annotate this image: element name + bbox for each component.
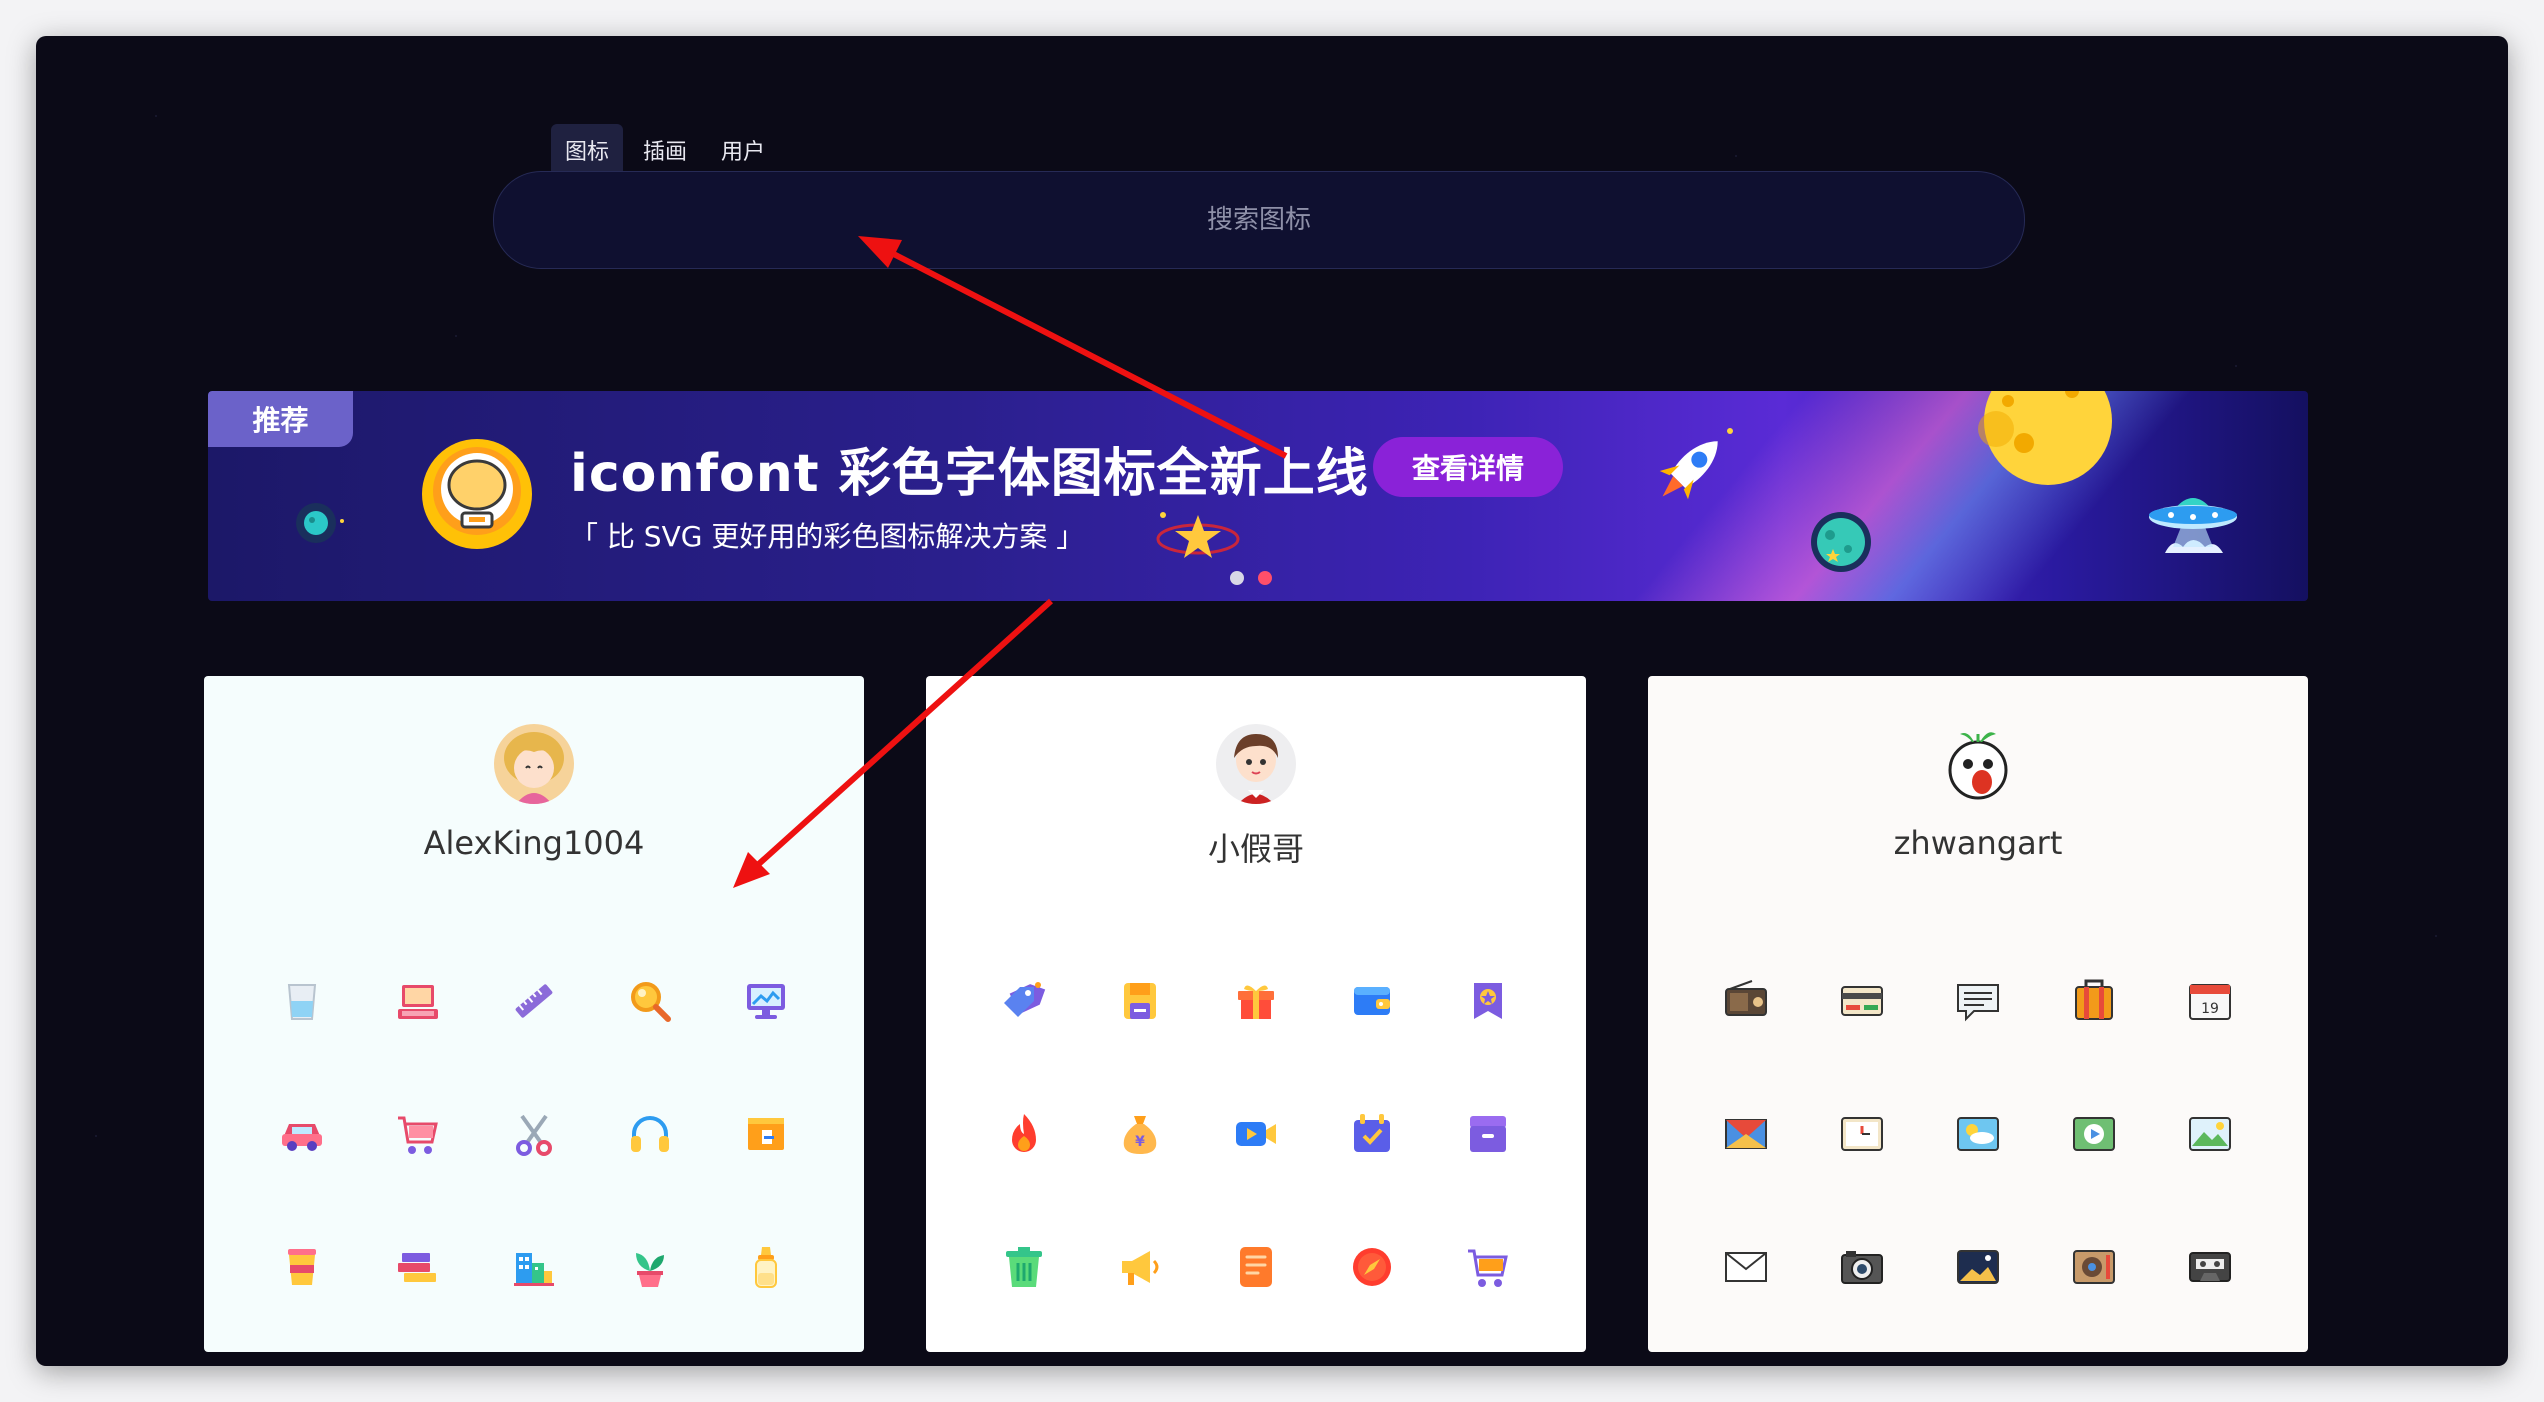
letter-icon[interactable] <box>1688 1200 1804 1333</box>
carousel-dot-1[interactable] <box>1230 571 1244 585</box>
username[interactable]: AlexKing1004 <box>204 824 864 862</box>
document-icon[interactable] <box>1198 1200 1314 1333</box>
drawer-box-icon[interactable] <box>708 1067 824 1200</box>
svg-text:¥: ¥ <box>1135 1134 1145 1150</box>
cassette-icon[interactable] <box>2152 1200 2268 1333</box>
icon-grid: ¥ <box>966 934 1546 1333</box>
suitcase-icon[interactable] <box>2036 934 2152 1067</box>
clock-icon[interactable] <box>1804 1067 1920 1200</box>
badge-bookmark-icon[interactable] <box>1430 934 1546 1067</box>
save-disk-icon[interactable] <box>1082 934 1198 1067</box>
astronaut-helmet-icon <box>422 439 532 549</box>
search-input[interactable] <box>494 204 2024 236</box>
view-details-button[interactable]: 查看详情 <box>1373 437 1563 497</box>
carousel-dots <box>1230 571 1272 585</box>
money-bag-icon[interactable]: ¥ <box>1082 1067 1198 1200</box>
camera-icon[interactable] <box>1804 1200 1920 1333</box>
gift-icon[interactable] <box>1198 934 1314 1067</box>
star-planet-icon <box>1156 512 1240 558</box>
fire-icon[interactable] <box>966 1067 1082 1200</box>
ufo-icon <box>2149 498 2237 553</box>
username[interactable]: zhwangart <box>1648 824 2308 862</box>
shopping-cart-icon[interactable] <box>360 1067 476 1200</box>
chat-bubble-icon[interactable] <box>1920 934 2036 1067</box>
teal-planet-icon <box>1811 512 1871 572</box>
ruler-icon[interactable] <box>476 934 592 1067</box>
rocket-icon <box>1659 428 1733 500</box>
inbox-icon[interactable] <box>1430 1067 1546 1200</box>
banner-subtitle: 「 比 SVG 更好用的彩色图标解决方案 」 <box>570 520 1085 553</box>
monitor-icon[interactable] <box>708 934 824 1067</box>
city-buildings-icon[interactable] <box>476 1200 592 1333</box>
username[interactable]: 小假哥 <box>926 824 1586 870</box>
svg-text:19: 19 <box>2201 1001 2219 1017</box>
calendar-check-icon[interactable] <box>1314 1067 1430 1200</box>
baby-bottle-icon[interactable] <box>708 1200 824 1333</box>
coffee-cup-icon[interactable] <box>244 1200 360 1333</box>
recommend-tag: 推荐 <box>208 391 353 447</box>
night-scene-icon[interactable] <box>1920 1200 2036 1333</box>
tab-icons[interactable]: 图标 <box>551 124 624 176</box>
potted-plant-icon[interactable] <box>592 1200 708 1333</box>
headphones-icon[interactable] <box>592 1067 708 1200</box>
megaphone-icon[interactable] <box>1082 1200 1198 1333</box>
laptop-icon[interactable] <box>360 934 476 1067</box>
compass-icon[interactable] <box>1314 1200 1430 1333</box>
price-tag-icon[interactable] <box>966 934 1082 1067</box>
tab-illustrations[interactable]: 插画 <box>629 124 701 176</box>
app-window: 图标 插画 用户 推荐 iconfont 彩色字体图标全新上线 「 比 SVG … <box>36 36 2508 1366</box>
video-camera-icon[interactable] <box>1198 1067 1314 1200</box>
promo-banner[interactable]: 推荐 iconfont 彩色字体图标全新上线 「 比 SVG 更好用的彩色图标解… <box>208 391 2308 601</box>
books-icon[interactable] <box>360 1200 476 1333</box>
scissors-icon[interactable] <box>476 1067 592 1200</box>
banner-title: iconfont 彩色字体图标全新上线 <box>570 444 1369 504</box>
small-planet-icon <box>296 503 344 543</box>
calendar-19-icon[interactable]: 19 <box>2152 934 2268 1067</box>
carousel-dot-2[interactable] <box>1258 571 1272 585</box>
speaker-icon[interactable] <box>2036 1200 2152 1333</box>
mail-envelope-icon[interactable] <box>1688 1067 1804 1200</box>
tab-users[interactable]: 用户 <box>707 124 779 176</box>
girl-avatar-icon[interactable] <box>494 724 574 804</box>
magnifier-icon[interactable] <box>592 934 708 1067</box>
weather-cloud-icon[interactable] <box>1920 1067 2036 1200</box>
search-box <box>493 171 2025 269</box>
icon-grid <box>244 934 824 1333</box>
cart-icon[interactable] <box>1430 1200 1546 1333</box>
credit-card-icon[interactable] <box>1804 934 1920 1067</box>
icon-grid: 19 <box>1688 934 2268 1333</box>
car-icon[interactable] <box>244 1067 360 1200</box>
trash-bin-icon[interactable] <box>966 1200 1082 1333</box>
radio-icon[interactable] <box>1688 934 1804 1067</box>
moon-icon <box>1978 391 2112 485</box>
glass-cup-icon[interactable] <box>244 934 360 1067</box>
media-player-icon[interactable] <box>2036 1067 2152 1200</box>
search-type-tabs: 图标 插画 用户 <box>551 124 779 176</box>
user-card-xiaojiage[interactable]: 小假哥 ¥ <box>926 676 1586 1352</box>
meme-face-avatar-icon[interactable] <box>1938 724 2018 804</box>
boy-avatar-icon[interactable] <box>1216 724 1296 804</box>
wallet-icon[interactable] <box>1314 934 1430 1067</box>
landscape-photo-icon[interactable] <box>2152 1067 2268 1200</box>
user-card-alexking1004[interactable]: AlexKing1004 <box>204 676 864 1352</box>
user-card-zhwangart[interactable]: zhwangart 19 <box>1648 676 2308 1352</box>
